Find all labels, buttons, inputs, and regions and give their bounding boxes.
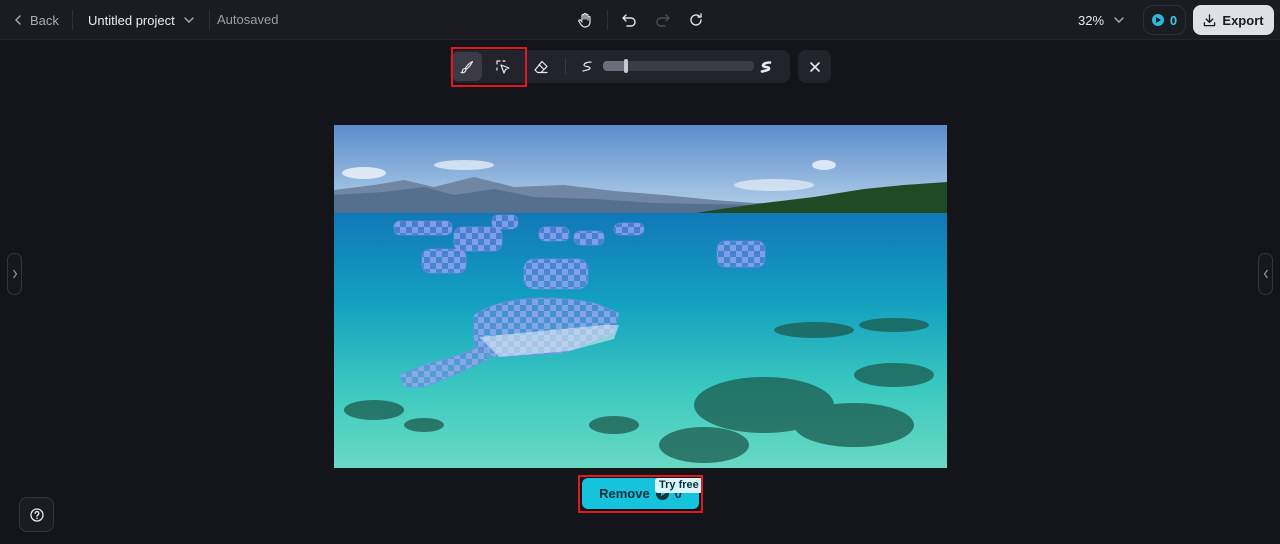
brush-size-slider-fill bbox=[603, 61, 626, 71]
export-label: Export bbox=[1222, 12, 1264, 28]
credit-coin-icon bbox=[1151, 14, 1164, 26]
help-button[interactable] bbox=[19, 497, 54, 532]
credits-button[interactable]: 0 bbox=[1143, 5, 1186, 35]
project-title-dropdown[interactable]: Untitled project bbox=[88, 9, 195, 31]
canvas-image[interactable] bbox=[334, 125, 947, 468]
reset-button[interactable] bbox=[684, 8, 708, 32]
zoom-level: 32% bbox=[1078, 12, 1105, 28]
brush-size-large-icon bbox=[760, 60, 772, 73]
undo-icon bbox=[622, 14, 636, 27]
brush-size-slider[interactable] bbox=[603, 59, 754, 73]
divider bbox=[72, 10, 73, 30]
question-icon bbox=[29, 507, 44, 522]
chevron-down-icon bbox=[1114, 17, 1124, 23]
beach-photo bbox=[334, 125, 947, 468]
pan-hand-button[interactable] bbox=[573, 8, 597, 32]
back-button[interactable]: Back bbox=[12, 9, 59, 31]
try-free-badge: Try free bbox=[655, 478, 703, 493]
left-panel-toggle[interactable] bbox=[7, 253, 22, 295]
brush-size-large-button[interactable] bbox=[751, 52, 781, 81]
eraser-icon bbox=[534, 60, 548, 73]
divider bbox=[209, 10, 210, 30]
project-title: Untitled project bbox=[88, 12, 175, 28]
close-brush-toolbar-button[interactable] bbox=[798, 50, 831, 83]
brush-size-small-button[interactable] bbox=[572, 52, 602, 81]
remove-label: Remove bbox=[599, 486, 650, 501]
smart-select-tool-button[interactable] bbox=[488, 52, 518, 81]
divider bbox=[607, 10, 608, 30]
brush-icon bbox=[460, 60, 474, 73]
undo-button[interactable] bbox=[617, 8, 641, 32]
right-panel-toggle[interactable] bbox=[1258, 253, 1273, 295]
brush-size-slider-handle[interactable] bbox=[623, 59, 628, 73]
hand-icon bbox=[578, 12, 591, 28]
eraser-tool-button[interactable] bbox=[526, 52, 556, 81]
brush-tool-button[interactable] bbox=[452, 52, 482, 81]
chevron-down-icon bbox=[184, 17, 194, 23]
refresh-icon bbox=[690, 13, 702, 26]
chevron-left-icon bbox=[15, 15, 21, 25]
credits-count: 0 bbox=[1169, 12, 1178, 28]
zoom-dropdown[interactable]: 32% bbox=[1078, 9, 1125, 31]
download-icon bbox=[1204, 13, 1216, 26]
redo-icon bbox=[656, 14, 670, 27]
brush-size-small-icon bbox=[582, 60, 592, 72]
chevron-left-icon bbox=[1263, 269, 1268, 279]
smart-select-icon bbox=[496, 59, 510, 74]
chevron-right-icon bbox=[12, 269, 17, 279]
toolbar-divider bbox=[565, 58, 566, 74]
top-bar: Back Untitled project Autosaved 32% 0 Ex… bbox=[0, 0, 1280, 40]
redo-button[interactable] bbox=[651, 8, 675, 32]
export-button[interactable]: Export bbox=[1193, 5, 1274, 35]
back-label: Back bbox=[30, 12, 59, 28]
close-icon bbox=[809, 61, 820, 72]
save-status: Autosaved bbox=[217, 12, 279, 27]
